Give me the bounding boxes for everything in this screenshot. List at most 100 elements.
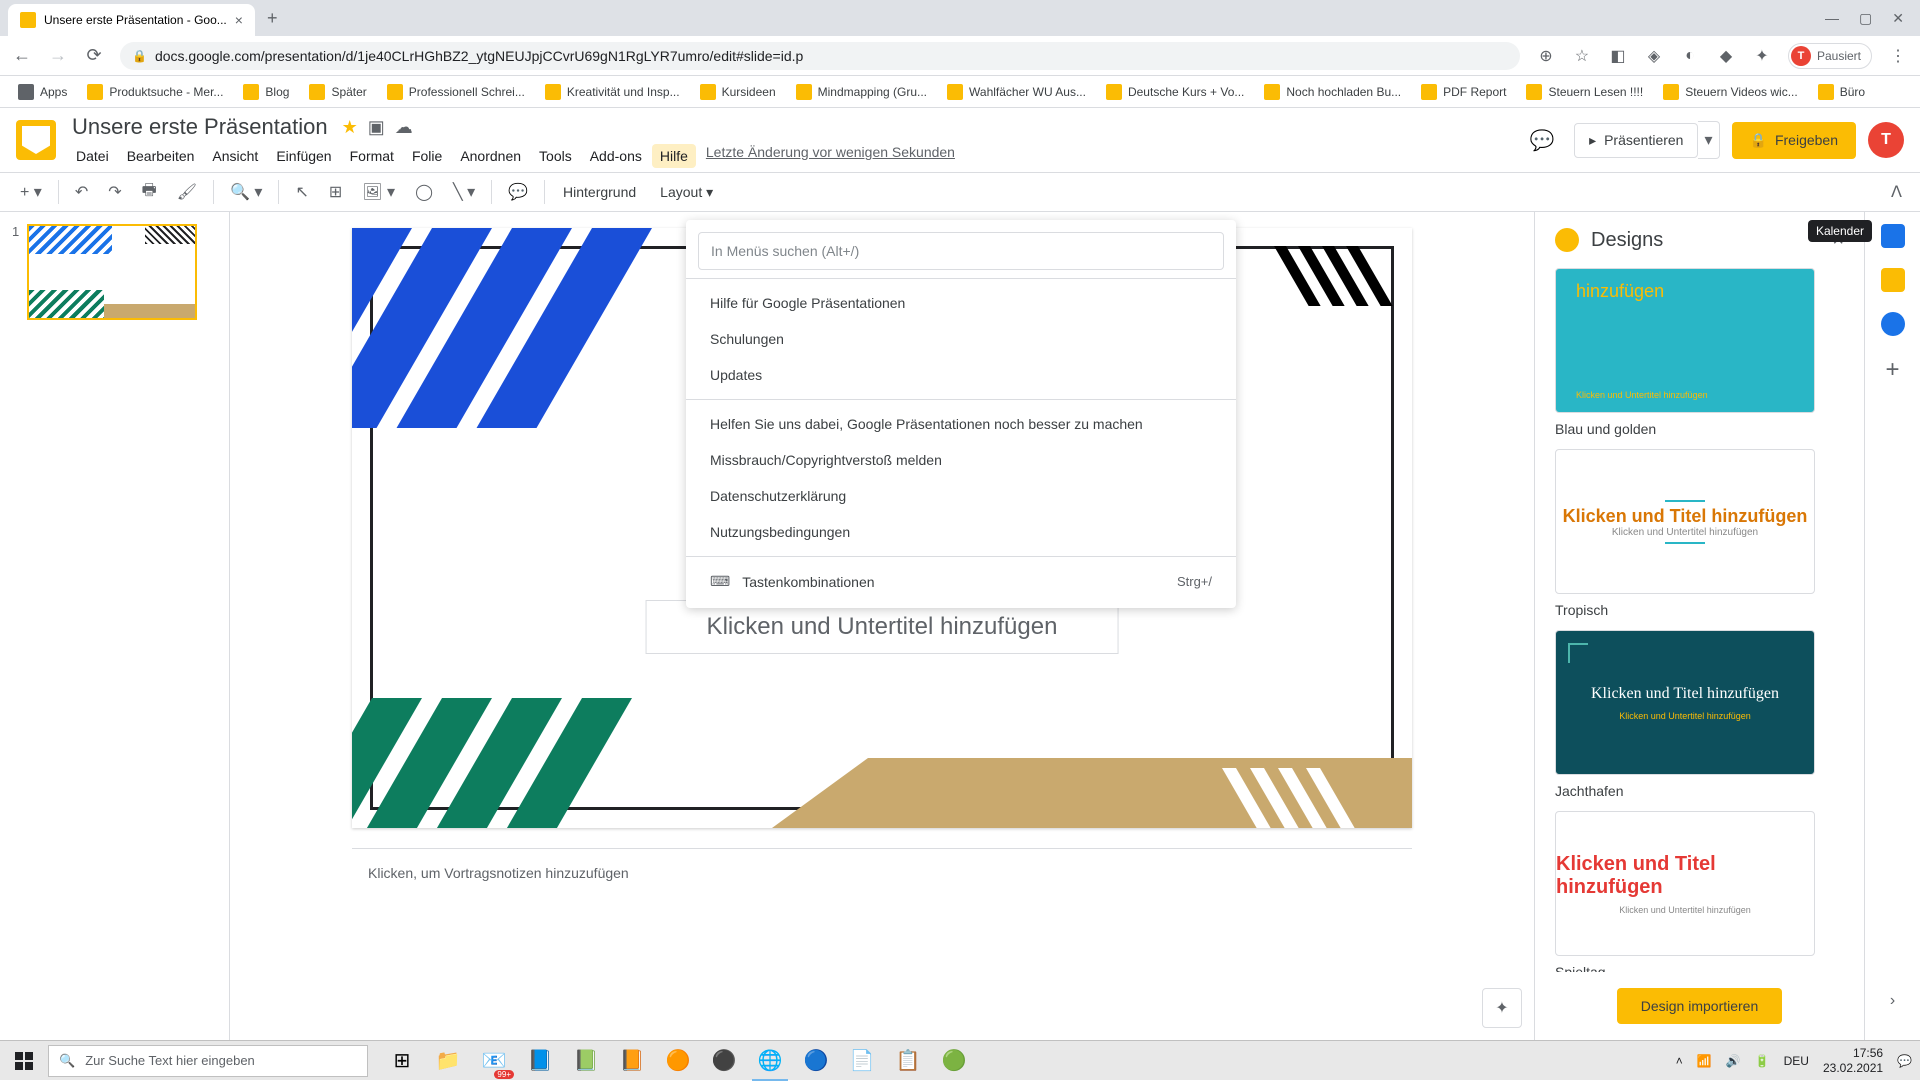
profile-button[interactable]: T Pausiert (1788, 43, 1872, 69)
bookmark-item[interactable]: PDF Report (1415, 80, 1512, 104)
wifi-icon[interactable]: 📶 (1697, 1054, 1712, 1068)
shape-tool[interactable]: ◯ (407, 176, 441, 208)
menu-ansicht[interactable]: Ansicht (204, 144, 266, 168)
explorer-icon[interactable]: 📁 (426, 1041, 470, 1081)
last-edit-link[interactable]: Letzte Änderung vor wenigen Sekunden (706, 144, 955, 168)
keep-icon[interactable] (1881, 268, 1905, 292)
tray-clock[interactable]: 17:56 23.02.2021 (1823, 1046, 1883, 1075)
menu-datei[interactable]: Datei (68, 144, 117, 168)
help-item[interactable]: Helfen Sie uns dabei, Google Präsentatio… (686, 406, 1236, 442)
close-tab-icon[interactable]: × (235, 12, 243, 28)
print-button[interactable]: 🖶 (134, 173, 165, 212)
share-button[interactable]: 🔒 Freigeben (1732, 122, 1856, 159)
redo-button[interactable]: ↷ (100, 176, 129, 208)
textbox-tool[interactable]: ⊞ (321, 176, 350, 208)
word-icon[interactable]: 📘 (518, 1041, 562, 1081)
forward-button[interactable]: → (48, 45, 68, 66)
bookmark-item[interactable]: Wahlfächer WU Aus... (941, 80, 1092, 104)
obs-icon[interactable]: ⚫ (702, 1041, 746, 1081)
help-item[interactable]: Nutzungsbedingungen (686, 514, 1236, 550)
bookmark-item[interactable]: Produktsuche - Mer... (81, 80, 229, 104)
bookmark-apps[interactable]: Apps (12, 80, 73, 104)
image-tool[interactable]: 🖼 ▾ (354, 176, 403, 208)
extension-icon[interactable]: ◧ (1608, 46, 1628, 66)
browser-tab[interactable]: Unsere erste Präsentation - Goo... × (8, 4, 255, 36)
bookmark-item[interactable]: Kreativität und Insp... (539, 80, 686, 104)
menu-format[interactable]: Format (342, 144, 402, 168)
explore-button[interactable]: ✦ (1482, 988, 1522, 1028)
bookmark-item[interactable]: Kursideen (694, 80, 782, 104)
design-card[interactable]: hinzufügenKlicken und Untertitel hinzufü… (1555, 268, 1844, 437)
paint-format-button[interactable]: 🖌 (169, 176, 205, 208)
help-item[interactable]: Missbrauch/Copyrightverstoß melden (686, 442, 1236, 478)
menu-search-input[interactable]: In Menüs suchen (Alt+/) (698, 232, 1224, 270)
present-dropdown-icon[interactable]: ▾ (1698, 121, 1719, 159)
extension-icon-2[interactable]: ◈ (1644, 46, 1664, 66)
bookmark-item[interactable]: Büro (1812, 80, 1871, 104)
comment-tool[interactable]: 💬 (500, 176, 536, 208)
task-view-icon[interactable]: ⊞ (380, 1041, 424, 1081)
help-item[interactable]: Updates (686, 357, 1236, 393)
slide-thumbnail[interactable] (27, 224, 197, 320)
select-tool[interactable]: ↖ (287, 176, 316, 208)
bookmark-item[interactable]: Mindmapping (Gru... (790, 80, 933, 104)
notifications-icon[interactable]: 💬 (1897, 1054, 1912, 1068)
new-tab-button[interactable]: + (255, 8, 290, 29)
calendar-icon[interactable] (1881, 224, 1905, 248)
help-item[interactable]: Datenschutzerklärung (686, 478, 1236, 514)
chrome-menu-icon[interactable]: ⋮ (1888, 46, 1908, 66)
edge-icon[interactable]: 🔵 (794, 1041, 838, 1081)
background-button[interactable]: Hintergrund (553, 178, 646, 206)
comments-button[interactable]: 💬 (1522, 120, 1562, 160)
collapse-toolbar-icon[interactable]: ᐱ (1885, 176, 1908, 208)
zoom-button[interactable]: 🔍 ▾ (222, 176, 270, 208)
bookmark-item[interactable]: Professionell Schrei... (381, 80, 531, 104)
design-card[interactable]: Klicken und Titel hinzufügenKlicken und … (1555, 449, 1844, 618)
slide-subtitle-placeholder[interactable]: Klicken und Untertitel hinzufügen (646, 600, 1119, 654)
app-icon[interactable]: 📋 (886, 1041, 930, 1081)
bookmark-item[interactable]: Steuern Lesen !!!! (1520, 80, 1649, 104)
speaker-notes[interactable]: Klicken, um Vortragsnotizen hinzuzufügen (352, 848, 1412, 897)
url-bar[interactable]: 🔒 docs.google.com/presentation/d/1je40CL… (120, 42, 1520, 70)
help-item[interactable]: Schulungen (686, 321, 1236, 357)
layout-button[interactable]: Layout ▾ (650, 178, 723, 207)
present-button[interactable]: ▸ Präsentieren (1574, 123, 1698, 158)
app-icon[interactable]: 🟠 (656, 1041, 700, 1081)
minimize-icon[interactable]: — (1825, 10, 1839, 27)
add-addon-icon[interactable]: + (1885, 356, 1899, 384)
close-window-icon[interactable]: ✕ (1892, 10, 1904, 27)
battery-icon[interactable]: 🔋 (1755, 1054, 1770, 1068)
star-bookmark-icon[interactable]: ☆ (1572, 46, 1592, 66)
cloud-status-icon[interactable]: ☁ (395, 117, 413, 138)
tasks-icon[interactable] (1881, 312, 1905, 336)
document-title[interactable]: Unsere erste Präsentation (68, 112, 332, 142)
collapse-rail-icon[interactable]: › (1890, 992, 1895, 1010)
extension-icon-3[interactable]: ◐ (1680, 46, 1700, 66)
volume-icon[interactable]: 🔊 (1726, 1054, 1741, 1068)
import-design-button[interactable]: Design importieren (1617, 988, 1783, 1024)
app-icon[interactable]: 📄 (840, 1041, 884, 1081)
excel-icon[interactable]: 📗 (564, 1041, 608, 1081)
windows-search-input[interactable]: 🔍 Zur Suche Text hier eingeben (48, 1045, 368, 1077)
move-folder-icon[interactable]: ▣ (368, 117, 385, 138)
menu-tools[interactable]: Tools (531, 144, 580, 168)
new-slide-button[interactable]: + ▾ (12, 176, 50, 208)
menu-hilfe[interactable]: Hilfe (652, 144, 696, 168)
powerpoint-icon[interactable]: 📙 (610, 1041, 654, 1081)
bookmark-item[interactable]: Noch hochladen Bu... (1258, 80, 1407, 104)
reload-button[interactable]: ⟳ (84, 45, 104, 66)
zoom-icon[interactable]: ⊕ (1536, 46, 1556, 66)
extensions-puzzle-icon[interactable]: ✦ (1752, 46, 1772, 66)
menu-folie[interactable]: Folie (404, 144, 450, 168)
chrome-icon[interactable]: 🌐 (748, 1041, 792, 1081)
menu-anordnen[interactable]: Anordnen (452, 144, 529, 168)
back-button[interactable]: ← (12, 45, 32, 66)
menu-addons[interactable]: Add-ons (582, 144, 650, 168)
bookmark-item[interactable]: Steuern Videos wic... (1657, 80, 1804, 104)
menu-einfuegen[interactable]: Einfügen (268, 144, 339, 168)
help-item-shortcuts[interactable]: ⌨ Tastenkombinationen Strg+/ (686, 563, 1236, 600)
user-avatar[interactable]: T (1868, 122, 1904, 158)
design-card[interactable]: Klicken und Titel hinzufügenKlicken und … (1555, 811, 1844, 972)
line-tool[interactable]: ╲ ▾ (445, 176, 483, 208)
bookmark-item[interactable]: Deutsche Kurs + Vo... (1100, 80, 1250, 104)
